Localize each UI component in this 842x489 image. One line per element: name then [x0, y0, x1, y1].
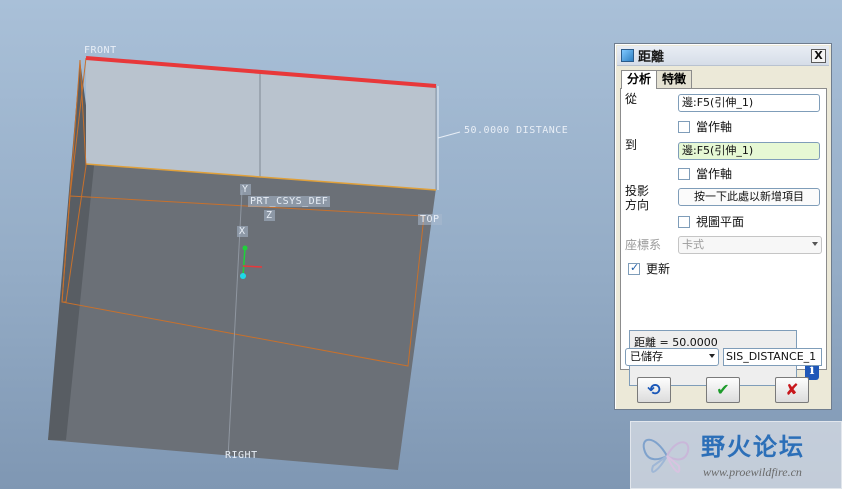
csys-z-label: Z [264, 210, 275, 221]
csys-y-label: Y [240, 184, 251, 195]
front-plane-label[interactable]: FRONT [84, 45, 117, 56]
feature-name-field[interactable]: SIS_DISTANCE_1 [723, 348, 822, 366]
from-label: 從 [625, 92, 638, 106]
view-plane-checkbox[interactable] [678, 216, 690, 228]
cancel-button[interactable]: ✘ [775, 377, 809, 403]
from-as-axis-label: 當作軸 [696, 120, 733, 134]
csys-x-axis [242, 265, 263, 268]
from-as-axis-checkbox[interactable] [678, 121, 690, 133]
ok-button[interactable]: ✔ [706, 377, 740, 403]
dialog-app-icon [621, 49, 634, 62]
projection-add-item-button[interactable]: 按一下此處以新增項目 [678, 188, 820, 206]
forum-watermark: 野火论坛 www.proewildfire.cn [630, 421, 842, 489]
dialog-titlebar[interactable]: 距離 X [617, 46, 829, 66]
dialog-tabs: 分析 特徵 [621, 70, 693, 89]
csys-origin[interactable] [240, 273, 246, 279]
butterfly-logo-icon [642, 438, 690, 473]
projection-label-line2: 方向 [625, 198, 650, 212]
chevron-down-icon [812, 242, 818, 246]
dialog-title: 距離 [638, 50, 665, 65]
from-reference-field[interactable]: 邊:F5(引伸_1) [678, 94, 820, 112]
close-button[interactable]: X [811, 49, 826, 63]
right-plane-label[interactable]: RIGHT [225, 450, 258, 461]
chevron-down-icon [709, 354, 715, 358]
tab-feature[interactable]: 特徵 [656, 70, 693, 88]
csys-label[interactable]: PRT_CSYS_DEF [248, 196, 331, 207]
csys-type-value: 卡式 [682, 238, 704, 251]
csys-label-dialog: 座標系 [625, 238, 662, 252]
csys-y-end [242, 245, 248, 251]
solid-body-front-face[interactable] [48, 164, 436, 470]
saved-state-value: 已儲存 [630, 350, 663, 363]
checkmark-icon: ✔ [716, 380, 730, 399]
repeat-analysis-button[interactable]: ⟲ [637, 377, 671, 403]
update-label: 更新 [646, 262, 671, 276]
view-plane-label: 視圖平面 [696, 215, 745, 229]
projection-label-line1: 投影 [625, 184, 650, 198]
analysis-panel: 從 邊:F5(引伸_1) 當作軸 到 邊:F5(引伸_1) 當作軸 投影 方向 … [620, 88, 827, 386]
tab-analysis[interactable]: 分析 [621, 70, 658, 89]
distance-dimension-label[interactable]: 50.0000 DISTANCE [464, 125, 568, 136]
watermark-url: www.proewildfire.cn [703, 465, 802, 479]
dimension-leader [437, 131, 461, 139]
to-as-axis-checkbox[interactable] [678, 168, 690, 180]
csys-type-select: 卡式 [678, 236, 822, 254]
cancel-x-icon: ✘ [785, 380, 799, 399]
csys-x-label: X [237, 226, 248, 237]
saved-state-select[interactable]: 已儲存 [625, 348, 719, 366]
watermark-title: 野火论坛 [701, 433, 805, 461]
to-label: 到 [625, 138, 638, 152]
distance-dialog: 距離 X 分析 特徵 從 邊:F5(引伸_1) 當作軸 到 邊:F5(引伸_1)… [614, 43, 832, 410]
update-checkbox[interactable] [628, 261, 640, 275]
to-as-axis-label: 當作軸 [696, 167, 733, 181]
top-plane-label[interactable]: TOP [418, 214, 442, 225]
repeat-icon: ⟲ [647, 380, 661, 399]
to-reference-field[interactable]: 邊:F5(引伸_1) [678, 142, 820, 160]
